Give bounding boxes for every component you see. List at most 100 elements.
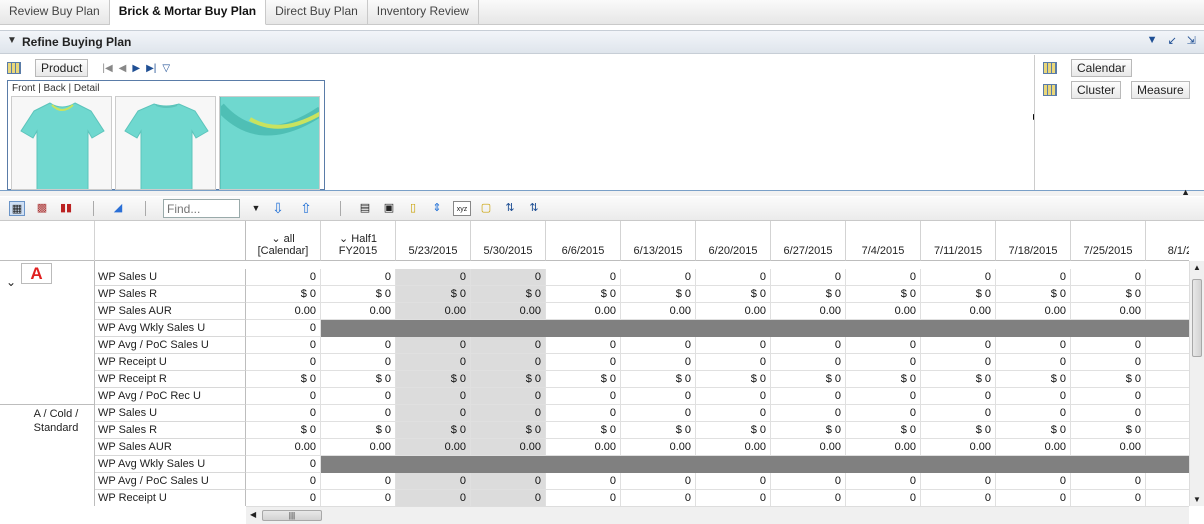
data-cell[interactable] [921,456,996,473]
data-cell[interactable]: 0 [1071,269,1146,286]
data-cell[interactable]: 0 [921,405,996,422]
data-cell[interactable]: $ 0 [696,286,771,303]
data-cell[interactable]: 0 [621,490,696,506]
data-cell[interactable]: 0 [996,405,1071,422]
data-cell[interactable]: 0.00 [1071,439,1146,456]
find-dropdown-icon[interactable]: ▼ [248,201,264,216]
prev-icon[interactable]: ◀ [119,63,127,74]
data-cell[interactable]: 0 [546,490,621,506]
data-cell[interactable]: 0 [996,388,1071,405]
area-chart-icon[interactable]: ◢ [110,201,126,216]
data-cell[interactable]: $ 0 [321,422,396,439]
tab-review-buy-plan[interactable]: Review Buy Plan [0,0,110,24]
tab-direct-buy-plan[interactable]: Direct Buy Plan [266,0,368,24]
sort-ascending-icon[interactable]: ⇅ [502,201,518,216]
data-cell[interactable]: $ 0 [771,286,846,303]
data-cell[interactable]: 0 [771,337,846,354]
data-cell[interactable]: 0.00 [921,439,996,456]
find-next-icon[interactable]: ⇩ [270,201,286,216]
splitter[interactable]: ▲ [0,187,1204,197]
scroll-up-icon[interactable]: ▲ [1193,263,1201,272]
data-cell[interactable]: $ 0 [321,371,396,388]
data-cell[interactable] [996,456,1071,473]
data-cell[interactable]: $ 0 [996,422,1071,439]
data-cell[interactable] [846,456,921,473]
data-cell[interactable]: 0 [996,354,1071,371]
data-cell[interactable]: 0 [771,405,846,422]
data-cell[interactable] [321,320,396,337]
data-cell[interactable]: 0.00 [1071,303,1146,320]
tshirt-front-image[interactable] [11,96,112,190]
data-cell[interactable]: 0 [246,354,321,371]
data-cell[interactable]: $ 0 [246,422,321,439]
data-cell[interactable]: 0 [1071,405,1146,422]
data-cell[interactable]: $ 0 [246,286,321,303]
data-cell[interactable]: 0 [396,405,471,422]
data-cell[interactable] [621,320,696,337]
cluster-button[interactable]: Cluster [1071,81,1122,99]
filter-icon[interactable]: ▽ [162,63,170,74]
data-cell[interactable]: 0 [921,337,996,354]
minimize-icon[interactable]: ↙ [1168,34,1177,47]
data-cell[interactable] [1146,303,1189,320]
data-cell[interactable] [546,320,621,337]
last-icon[interactable]: ▶| [146,63,156,74]
data-cell[interactable]: 0 [471,269,546,286]
data-cell[interactable]: 0 [246,320,321,337]
collapse-up-icon[interactable]: ▲ [1181,187,1190,197]
data-cell[interactable] [471,320,546,337]
data-cell[interactable] [1146,473,1189,490]
data-cell[interactable]: 0 [546,473,621,490]
table-view-icon[interactable]: ▦ [9,201,25,216]
sort-descending-icon[interactable]: ⇅ [526,201,542,216]
data-cell[interactable]: 0 [546,405,621,422]
data-cell[interactable]: 0 [846,388,921,405]
tshirt-back-image[interactable] [115,96,216,190]
data-cell[interactable]: $ 0 [771,371,846,388]
data-cell[interactable]: 0 [396,269,471,286]
data-cell[interactable]: 0.00 [471,303,546,320]
data-cell[interactable]: 0 [396,354,471,371]
find-input[interactable] [163,199,240,218]
data-cell[interactable]: 0 [846,354,921,371]
tab-inventory-review[interactable]: Inventory Review [368,0,479,24]
data-cell[interactable]: 0 [246,473,321,490]
data-cell[interactable]: $ 0 [546,371,621,388]
data-cell[interactable]: 0 [921,269,996,286]
data-cell[interactable] [1146,456,1189,473]
next-icon[interactable]: ▶ [132,63,140,74]
data-cell[interactable]: 0 [1071,354,1146,371]
data-cell[interactable] [996,320,1071,337]
data-cell[interactable] [396,456,471,473]
data-cell[interactable] [546,456,621,473]
data-cell[interactable]: 0 [621,354,696,371]
data-cell[interactable] [321,456,396,473]
data-cell[interactable]: $ 0 [396,371,471,388]
data-cell[interactable]: 0 [846,337,921,354]
data-cell[interactable]: 0 [321,388,396,405]
data-cell[interactable]: 0.00 [546,439,621,456]
data-cell[interactable] [1146,422,1189,439]
data-cell[interactable]: 0.00 [996,303,1071,320]
data-cell[interactable]: 0 [546,354,621,371]
dropdown-arrow-icon[interactable]: ▼ [1147,34,1158,47]
chart-table-icon[interactable]: ▩ [34,201,50,216]
data-cell[interactable]: 0 [771,473,846,490]
first-icon[interactable]: |◀ [102,63,112,74]
data-cell[interactable]: 0 [996,473,1071,490]
data-cell[interactable]: $ 0 [621,371,696,388]
data-cell[interactable] [1146,405,1189,422]
data-cell[interactable]: 0.00 [771,439,846,456]
data-cell[interactable]: $ 0 [621,422,696,439]
data-cell[interactable]: 0 [471,388,546,405]
data-cell[interactable]: 0 [921,388,996,405]
data-cell[interactable] [696,320,771,337]
data-cell[interactable]: $ 0 [546,286,621,303]
data-cell[interactable]: 0 [396,388,471,405]
scroll-down-icon[interactable]: ▼ [1193,495,1201,504]
data-cell[interactable]: 0 [846,473,921,490]
data-cell[interactable]: 0 [246,388,321,405]
data-cell[interactable] [1146,286,1189,303]
vertical-scrollbar[interactable]: ▲ ▼ [1189,261,1204,506]
data-cell[interactable]: 0 [846,490,921,506]
